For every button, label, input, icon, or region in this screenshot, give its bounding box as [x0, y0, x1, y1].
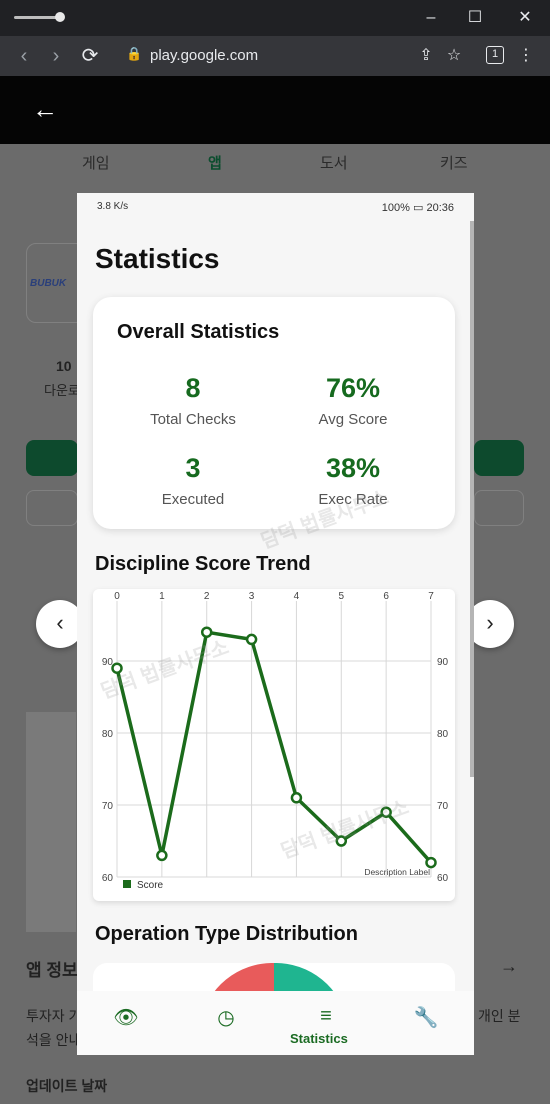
x-tick-label: 0	[114, 591, 120, 602]
x-tick-label: 6	[383, 591, 389, 602]
total-checks-label: Total Checks	[150, 411, 236, 428]
legend-swatch	[123, 880, 131, 888]
tab-games[interactable]: 게임	[82, 152, 110, 173]
url-text[interactable]: play.google.com	[150, 47, 258, 64]
downloads-label: 다운로	[44, 383, 80, 398]
y-tick-label-right: 70	[437, 801, 449, 812]
clock: 20:36	[426, 202, 454, 214]
zoom-slider-knob[interactable]	[55, 12, 65, 22]
status-right: 100% ▭ 20:36	[382, 201, 454, 214]
app-info-arrow-icon[interactable]: →	[500, 956, 518, 977]
avg-score-value: 76%	[325, 373, 381, 403]
data-point	[156, 849, 168, 862]
address-bar: ‹ › ⟳ 🔒 play.google.com ⇪ ☆ 1 ⋮	[0, 36, 550, 76]
y-tick-label-right: 90	[437, 657, 449, 668]
downloads-count: 10	[56, 358, 72, 374]
minimize-icon[interactable]: –	[418, 6, 444, 30]
x-tick-label: 2	[204, 591, 210, 602]
zoom-slider-track[interactable]	[14, 16, 60, 19]
network-speed: 3.8 K/s	[97, 201, 129, 212]
data-point	[245, 633, 258, 646]
reload-icon[interactable]: ⟳	[78, 44, 102, 68]
y-tick-label-right: 60	[437, 873, 449, 884]
install-button-left[interactable]	[26, 440, 78, 476]
share-icon[interactable]: ⇪	[414, 44, 438, 68]
maximize-icon[interactable]: ☐	[462, 6, 488, 30]
nav-statistics-label[interactable]: Statistics	[290, 1031, 348, 1046]
executed-label: Executed	[161, 491, 225, 508]
lock-icon[interactable]: 🔒	[126, 46, 142, 62]
app-info-heading: 앱 정보	[26, 961, 78, 980]
legend-label: Score	[137, 880, 164, 891]
data-point	[380, 806, 392, 818]
back-arrow-icon[interactable]: ←	[32, 96, 58, 122]
data-point	[290, 792, 303, 804]
scrollbar[interactable]	[470, 221, 474, 777]
menu-icon[interactable]: ⋮	[514, 44, 538, 68]
description-line-1: 투자자 가	[26, 1008, 82, 1024]
x-tick-label: 3	[249, 591, 255, 602]
description-line-2: 석을 안내	[26, 1032, 82, 1048]
nav-clock-icon[interactable]: ◷	[201, 1005, 251, 1030]
app-brand: BUBUK	[30, 278, 67, 289]
score-trend-chart: 0 1 2 3 4 5 6 7 60 60 70 70 80 80 90 90 Score Description…	[93, 589, 455, 901]
x-tick-label: 5	[339, 591, 345, 602]
close-icon[interactable]: ✕	[512, 6, 538, 30]
battery-icon: ▭	[413, 202, 424, 214]
install-button-right[interactable]	[474, 440, 524, 476]
description-label: Description Label	[364, 867, 430, 877]
description-line-1-end: 개인 분	[478, 1008, 521, 1024]
avg-score-label: Avg Score	[318, 411, 388, 428]
update-date-label: 업데이트 날짜	[26, 1078, 108, 1094]
data-point	[200, 626, 213, 638]
y-tick-label-right: 80	[437, 729, 449, 740]
nav-statistics-icon[interactable]: ≡	[301, 1005, 351, 1028]
battery-level: 100%	[381, 202, 410, 214]
tab-apps[interactable]: 앱	[208, 152, 222, 173]
executed-value: 3	[185, 453, 201, 483]
card-title: Overall Statistics	[117, 321, 280, 343]
y-tick-label-left: 80	[102, 729, 114, 740]
forward-icon[interactable]: ›	[44, 44, 68, 68]
nav-eye-icon[interactable]: 👁	[101, 1005, 151, 1030]
tab-books[interactable]: 도서	[320, 152, 348, 173]
total-checks-value: 8	[185, 373, 201, 403]
nav-wrench-icon[interactable]: 🔧	[401, 1005, 451, 1030]
back-icon[interactable]: ‹	[12, 44, 36, 68]
trend-title: Discipline Score Trend	[95, 553, 311, 575]
data-point	[111, 662, 123, 674]
x-tick-label: 7	[428, 591, 434, 602]
tab-count-button[interactable]: 1	[486, 46, 504, 64]
phone-screenshot: 3.8 K/s 100% ▭ 20:36 Statistics Overall …	[77, 193, 474, 1055]
x-tick-label: 4	[294, 591, 300, 602]
data-point	[335, 835, 348, 847]
page-title: Statistics	[95, 243, 220, 274]
bottom-nav: 👁 ◷ ≡ 🔧	[77, 991, 474, 1055]
exec-rate-label: Exec Rate	[318, 491, 388, 508]
status-bar: 3.8 K/s 100% ▭ 20:36	[77, 193, 474, 221]
overall-statistics-card: Overall Statistics 8 Total Checks 76% Av…	[93, 297, 455, 529]
screenshot-thumbnail[interactable]	[26, 712, 76, 932]
bookmark-icon[interactable]: ☆	[442, 44, 466, 68]
y-tick-label-left: 60	[102, 873, 114, 884]
chart-svg: 0 1 2 3 4 5 6 760 6070 7080 8090 90ScoreDescription…	[102, 591, 449, 891]
distribution-title: Operation Type Distribution	[95, 923, 358, 945]
data-point	[425, 856, 437, 869]
exec-rate-value: 38%	[325, 453, 381, 483]
x-tick-label: 1	[159, 591, 165, 602]
y-tick-label-left: 70	[102, 801, 114, 812]
series-line-score	[115, 630, 433, 864]
secondary-button-left[interactable]	[26, 490, 78, 526]
tab-kids[interactable]: 키즈	[440, 152, 468, 173]
play-header	[0, 76, 550, 144]
secondary-button-right[interactable]	[474, 490, 524, 526]
window-titlebar: – ☐ ✕	[0, 0, 550, 36]
